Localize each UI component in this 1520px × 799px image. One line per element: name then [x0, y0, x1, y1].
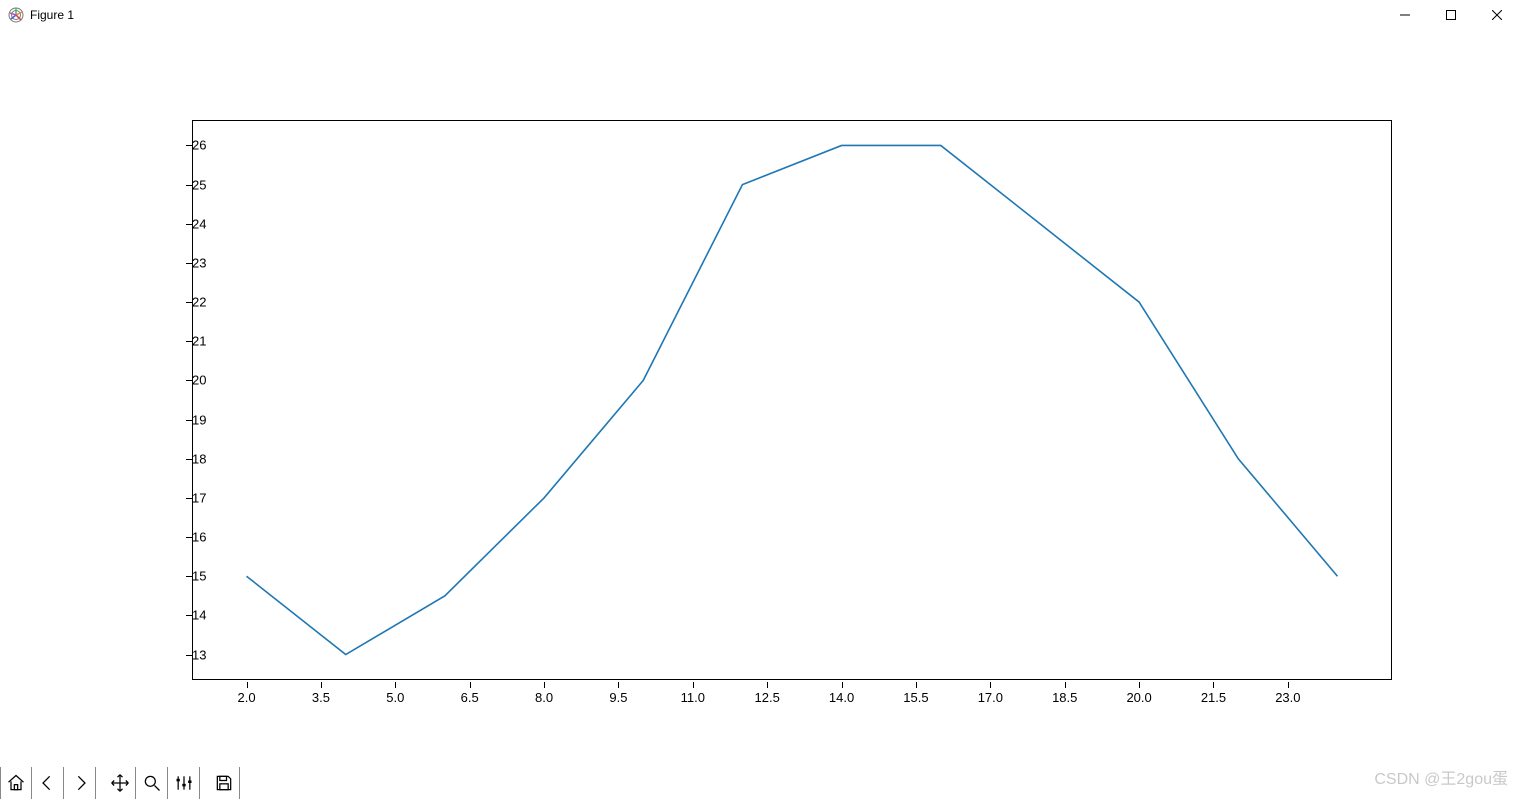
plot-axes: 13141516171819202122232425262.03.55.06.5… [192, 120, 1392, 680]
x-tick [693, 680, 694, 688]
x-tick-label: 5.0 [386, 690, 404, 705]
line-plot [192, 120, 1392, 680]
x-tick [1139, 680, 1140, 688]
x-tick [618, 680, 619, 688]
y-tick [184, 615, 192, 616]
x-tick [767, 680, 768, 688]
zoom-button[interactable] [136, 767, 168, 799]
close-button[interactable] [1474, 0, 1520, 30]
window-titlebar: Figure 1 [0, 0, 1520, 30]
x-tick-label: 12.5 [755, 690, 780, 705]
home-button[interactable] [0, 767, 32, 799]
y-tick [184, 655, 192, 656]
x-tick-label: 14.0 [829, 690, 854, 705]
y-tick [184, 224, 192, 225]
y-tick [184, 459, 192, 460]
figure-canvas[interactable]: 13141516171819202122232425262.03.55.06.5… [0, 30, 1520, 779]
x-tick-label: 15.5 [903, 690, 928, 705]
data-line [247, 145, 1338, 654]
y-tick [184, 145, 192, 146]
y-tick [184, 185, 192, 186]
x-tick [842, 680, 843, 688]
matplotlib-app-icon [8, 7, 24, 23]
y-tick [184, 380, 192, 381]
x-tick [916, 680, 917, 688]
x-tick-label: 6.5 [461, 690, 479, 705]
window-title: Figure 1 [30, 8, 74, 22]
x-tick [321, 680, 322, 688]
x-tick-label: 3.5 [312, 690, 330, 705]
x-tick [1213, 680, 1214, 688]
pan-button[interactable] [104, 767, 136, 799]
x-tick-label: 23.0 [1275, 690, 1300, 705]
x-tick [247, 680, 248, 688]
matplotlib-toolbar [0, 767, 1520, 799]
back-button[interactable] [32, 767, 64, 799]
x-tick [990, 680, 991, 688]
x-tick-label: 18.5 [1052, 690, 1077, 705]
x-tick-label: 2.0 [237, 690, 255, 705]
y-tick [184, 263, 192, 264]
forward-button[interactable] [64, 767, 96, 799]
y-tick [184, 302, 192, 303]
window-controls [1382, 0, 1520, 30]
x-tick-label: 20.0 [1126, 690, 1151, 705]
save-button[interactable] [208, 767, 240, 799]
x-tick-label: 21.5 [1201, 690, 1226, 705]
maximize-button[interactable] [1428, 0, 1474, 30]
configure-subplots-button[interactable] [168, 767, 200, 799]
x-tick [1065, 680, 1066, 688]
x-tick-label: 8.0 [535, 690, 553, 705]
x-tick-label: 9.5 [609, 690, 627, 705]
y-tick [184, 537, 192, 538]
minimize-button[interactable] [1382, 0, 1428, 30]
y-tick [184, 498, 192, 499]
y-tick [184, 420, 192, 421]
x-tick [544, 680, 545, 688]
x-tick [1288, 680, 1289, 688]
y-tick [184, 341, 192, 342]
x-tick-label: 17.0 [978, 690, 1003, 705]
x-tick [395, 680, 396, 688]
x-tick [470, 680, 471, 688]
y-tick [184, 576, 192, 577]
x-tick-label: 11.0 [681, 690, 705, 705]
